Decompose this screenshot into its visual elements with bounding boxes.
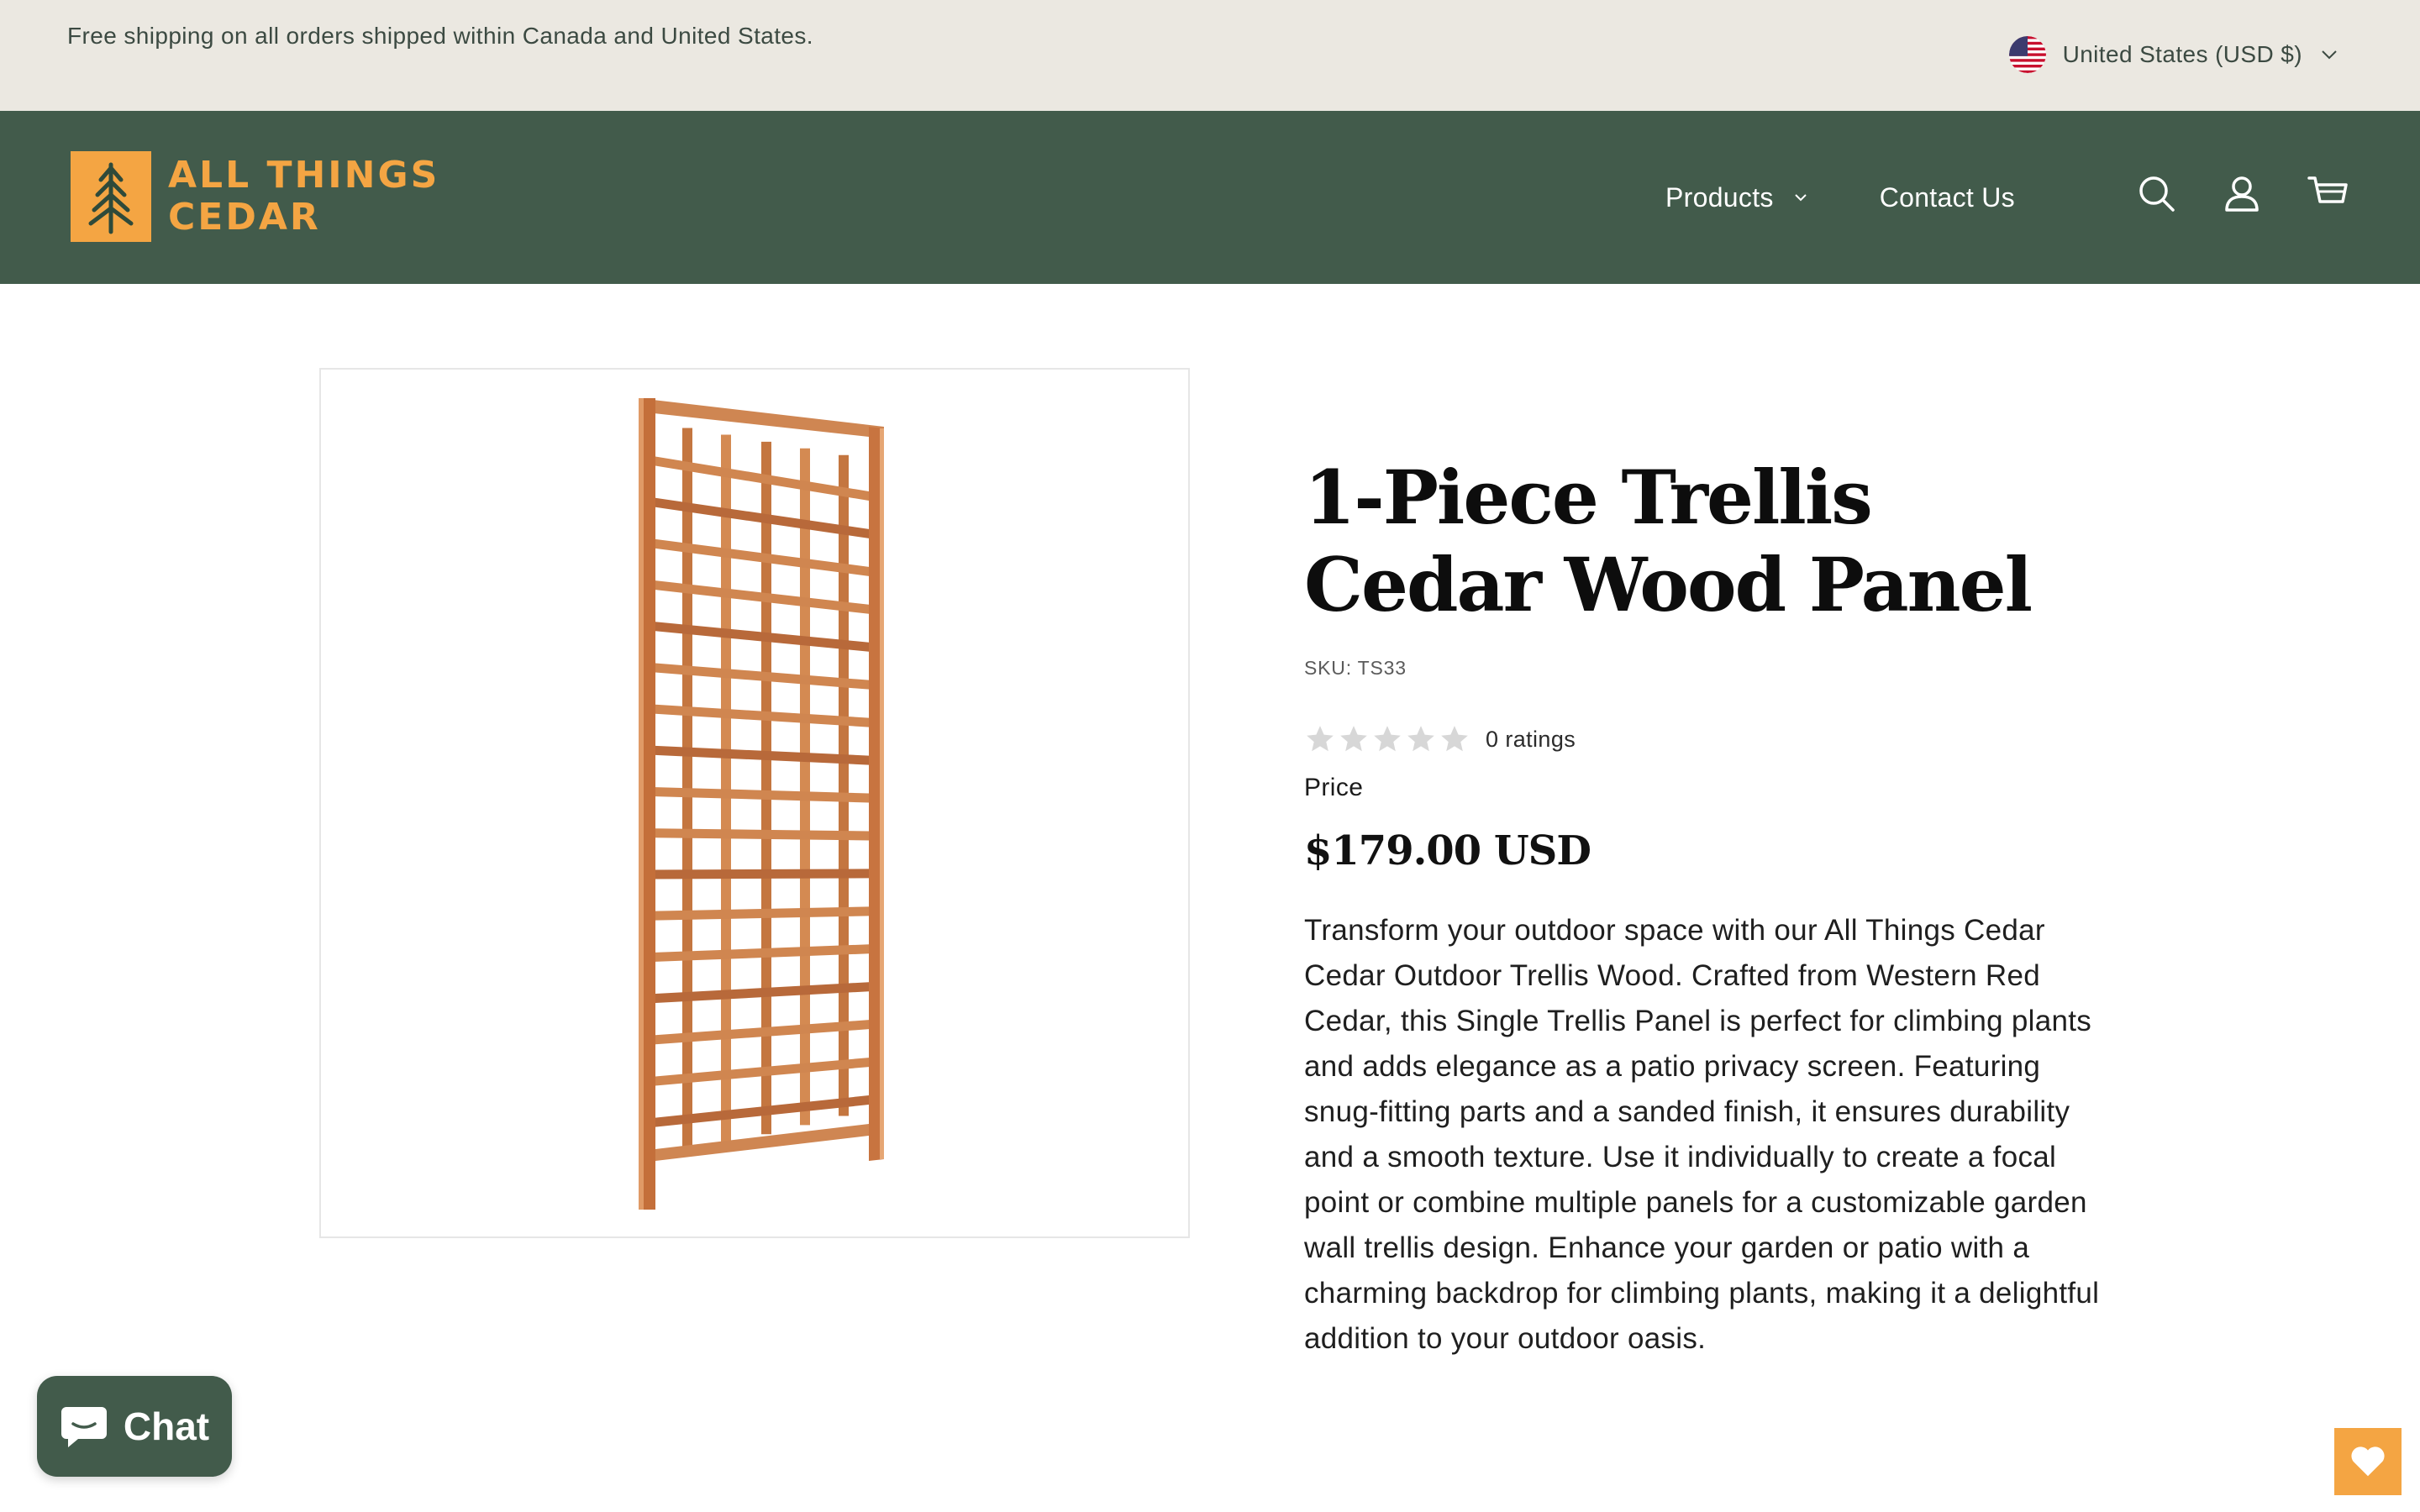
logo-line-2: CEDAR [168,196,321,239]
currency-label: United States (USD $) [2062,41,2302,67]
product-image-frame[interactable] [319,368,1190,1238]
site-logo[interactable]: ALL THINGS CEDAR [71,151,439,242]
chat-label: Chat [123,1404,210,1448]
product-image-trellis [639,398,884,1210]
star-icon [1441,726,1468,752]
announcement-bar: Free shipping on all orders shipped with… [0,0,2420,111]
product-description: Transform your outdoor space with our Al… [1304,914,2100,1355]
wishlist-button[interactable] [2334,1428,2402,1495]
cart-icon [2307,176,2348,203]
announcement-text: Free shipping on all orders shipped with… [67,23,813,49]
chat-bubble-icon [60,1407,107,1447]
star-icon [1340,726,1367,752]
product-info: 1-Piece Trellis Cedar Wood Panel SKU: TS… [1304,454,2111,1362]
nav-products-label: Products [1665,181,1774,213]
main-nav: Products Contact Us [1665,176,2015,218]
heart-icon [2351,1446,2385,1477]
nav-contact-label: Contact Us [1879,181,2015,213]
product-title: 1-Piece Trellis Cedar Wood Panel [1304,454,2033,628]
site-header: ALL THINGS CEDAR Products Contact Us [0,111,2420,284]
product-rating[interactable]: 0 ratings [1304,723,2111,755]
search-icon [2139,176,2175,212]
sku-value: TS33 [1357,657,1407,679]
sku-label: SKU: [1304,657,1352,679]
cart-button[interactable] [2307,173,2348,213]
product-sku: SKU: TS33 [1304,657,2111,680]
rating-stars [1304,723,1470,755]
logo-wordmark: ALL THINGS CEDAR [168,155,439,239]
us-flag-icon [2008,36,2046,73]
price-label: Price [1304,774,1364,801]
chevron-down-icon [1794,194,1807,202]
star-icon [1374,726,1401,752]
account-button[interactable] [2222,173,2262,213]
rating-count: 0 ratings [1486,726,1576,752]
logo-line-1: ALL THINGS [168,154,440,197]
currency-selector[interactable]: United States (USD $) [2008,34,2339,76]
chat-button[interactable]: Chat [37,1376,232,1477]
chevron-down-icon [2322,50,2337,60]
search-button[interactable] [2136,173,2176,213]
header-icons [2136,173,2348,213]
star-icon [1407,726,1434,752]
product-price: $179.00 USD [1304,827,1591,874]
account-icon [2225,176,2259,212]
nav-contact-us[interactable]: Contact Us [1880,182,2015,213]
star-icon [1307,726,1334,752]
nav-products[interactable]: Products [1665,182,1811,213]
pine-tree-icon [71,151,151,242]
